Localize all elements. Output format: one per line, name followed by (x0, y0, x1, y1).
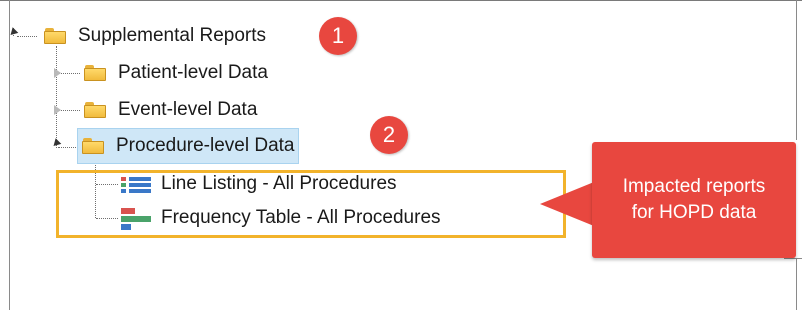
step-badge-2: 2 (370, 116, 408, 154)
folder-icon (84, 65, 106, 81)
callout-text-line-1: Impacted reports (622, 176, 766, 197)
folder-icon (44, 28, 66, 44)
folder-icon (82, 138, 104, 154)
tree-connector (17, 36, 37, 37)
tree-connector (58, 110, 80, 111)
tree-node-label: Procedure-level Data (116, 135, 295, 156)
impacted-reports-highlight (56, 170, 566, 238)
tree-node-procedure-level-data[interactable]: Procedure-level Data (77, 128, 300, 164)
tree-node-label: Event-level Data (118, 99, 258, 120)
tree-node-patient-level-data[interactable]: Patient-level Data (84, 59, 268, 87)
tree-node-supplemental-reports[interactable]: Supplemental Reports (44, 22, 266, 50)
step-badge-1: 1 (319, 17, 357, 55)
folder-icon (84, 102, 106, 118)
callout-arrow (540, 182, 594, 226)
tree-connector (58, 73, 80, 74)
tree-connector (56, 46, 57, 148)
tree-node-label: Supplemental Reports (78, 25, 266, 46)
tree-node-label: Patient-level Data (118, 62, 268, 83)
tree-node-event-level-data[interactable]: Event-level Data (84, 96, 257, 124)
callout-text-line-2: for HOPD data (631, 202, 757, 223)
impacted-reports-callout: Impacted reports for HOPD data (592, 142, 796, 258)
expand-arrow-icon[interactable] (54, 68, 61, 78)
expand-arrow-icon[interactable] (54, 105, 61, 115)
